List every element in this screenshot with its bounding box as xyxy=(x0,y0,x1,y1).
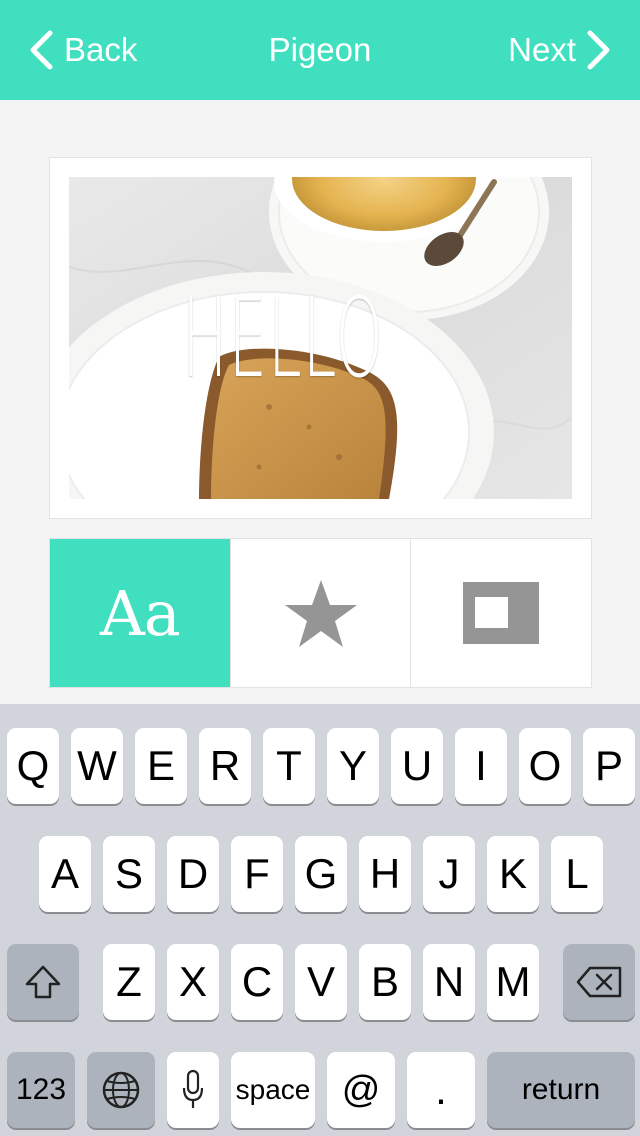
key-z[interactable]: Z xyxy=(103,944,155,1020)
key-y[interactable]: Y xyxy=(327,728,379,804)
tool-frame[interactable] xyxy=(411,539,591,687)
key-s[interactable]: S xyxy=(103,836,155,912)
key-r[interactable]: R xyxy=(199,728,251,804)
star-icon xyxy=(284,580,357,647)
backspace-icon xyxy=(576,966,622,998)
key-d[interactable]: D xyxy=(167,836,219,912)
globe-key[interactable] xyxy=(87,1052,155,1128)
key-a[interactable]: A xyxy=(39,836,91,912)
key-i[interactable]: I xyxy=(455,728,507,804)
key-q[interactable]: Q xyxy=(7,728,59,804)
key-t[interactable]: T xyxy=(263,728,315,804)
numbers-key[interactable]: 123 xyxy=(7,1052,75,1128)
chevron-right-icon xyxy=(587,30,610,70)
key-o[interactable]: O xyxy=(519,728,571,804)
shift-key[interactable] xyxy=(7,944,79,1020)
key-u[interactable]: U xyxy=(391,728,443,804)
overlay-text[interactable]: HELLO xyxy=(182,177,459,499)
key-l[interactable]: L xyxy=(551,836,603,912)
delete-key[interactable] xyxy=(563,944,635,1020)
at-key[interactable]: @ xyxy=(327,1052,395,1128)
period-key[interactable]: . xyxy=(407,1052,475,1128)
globe-icon xyxy=(102,1071,140,1109)
key-w[interactable]: W xyxy=(71,728,123,804)
dictation-key[interactable] xyxy=(167,1052,219,1128)
key-f[interactable]: F xyxy=(231,836,283,912)
next-label: Next xyxy=(508,31,576,68)
key-x[interactable]: X xyxy=(167,944,219,1020)
next-button[interactable]: Next xyxy=(508,28,612,72)
key-c[interactable]: C xyxy=(231,944,283,1020)
key-h[interactable]: H xyxy=(359,836,411,912)
text-style-icon: Aa xyxy=(99,576,181,650)
edit-tool-selector: Aa xyxy=(49,538,592,688)
key-n[interactable]: N xyxy=(423,944,475,1020)
space-key[interactable]: space xyxy=(231,1052,315,1128)
shift-icon xyxy=(25,965,61,999)
return-key[interactable]: return xyxy=(487,1052,635,1128)
overlay-text-value: HELLO xyxy=(182,274,385,402)
tool-sticker[interactable] xyxy=(231,539,412,687)
frame-icon xyxy=(463,582,540,644)
key-v[interactable]: V xyxy=(295,944,347,1020)
key-g[interactable]: G xyxy=(295,836,347,912)
key-j[interactable]: J xyxy=(423,836,475,912)
tool-text[interactable]: Aa xyxy=(50,539,231,687)
photo-canvas[interactable]: HELLO xyxy=(69,177,572,499)
nav-bar: Back Pigeon Next xyxy=(0,0,640,100)
key-p[interactable]: P xyxy=(583,728,635,804)
key-e[interactable]: E xyxy=(135,728,187,804)
key-k[interactable]: K xyxy=(487,836,539,912)
microphone-icon xyxy=(182,1069,204,1108)
key-m[interactable]: M xyxy=(487,944,539,1020)
keyboard: Q W E R T Y U I O P A S D F G H J K L Z … xyxy=(0,704,640,1136)
photo-card: HELLO xyxy=(49,157,592,519)
key-b[interactable]: B xyxy=(359,944,411,1020)
